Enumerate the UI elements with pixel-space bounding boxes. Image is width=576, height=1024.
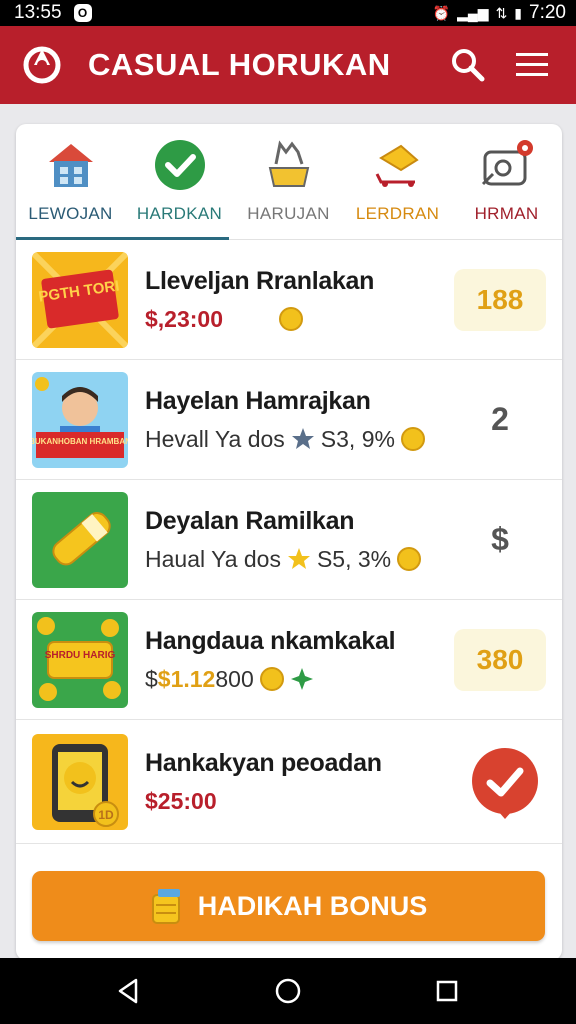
list-item[interactable]: Deyalan Ramilkan Haual Ya dos S5, 3% $ (16, 480, 562, 600)
basket-icon (268, 140, 309, 187)
item-count-badge: 188 (454, 268, 546, 331)
recents-button[interactable] (427, 971, 467, 1011)
tab-label: LERDRAN (355, 204, 440, 223)
data-icon: ⇅ (495, 4, 508, 21)
thumb-text: BUKANHOBAN HRAMBAN (32, 437, 128, 446)
tab-lewojan[interactable]: LEWOJAN (16, 124, 125, 239)
app-bar: CASUAL HORUKAN (0, 26, 576, 104)
pencil-icon (32, 491, 128, 588)
star-icon (291, 428, 314, 449)
search-icon (452, 49, 485, 82)
tab-label: HARUJAN (247, 204, 330, 223)
signal-icon: ▂▄▆ (457, 4, 489, 21)
bonus-button[interactable]: HADIKAH BONUS (32, 871, 545, 941)
tab-hrman[interactable]: HRMAN (452, 124, 561, 239)
tab-harujan[interactable]: HARUJAN (234, 124, 343, 239)
recents-square-icon (436, 980, 457, 1002)
spiral-logo-icon[interactable] (20, 43, 64, 87)
green-star-icon (290, 668, 313, 690)
item-count-badge: 2 (491, 401, 509, 437)
battery-icon: ▮ (514, 4, 523, 21)
item-price-prefix: $ (145, 665, 158, 692)
content-card: LEWOJAN HARDKAN HARUJAN LERDRAN HRMAN PG… (16, 124, 562, 960)
item-count-badge: 380 (454, 628, 546, 691)
alarm-icon: ⏰ (432, 4, 451, 21)
item-stat: S5, 3% (316, 545, 392, 572)
house-icon (48, 144, 93, 187)
item-subtitle: Hevall Ya dos (145, 425, 285, 452)
back-button[interactable] (109, 971, 149, 1011)
back-triangle-icon (119, 978, 138, 1004)
home-circle-icon (275, 978, 301, 1004)
item-price: $1.12 (157, 665, 216, 692)
list-item[interactable]: 1D Hankakyan peoadan $25:00 (16, 720, 562, 844)
item-price-suffix: 800 (215, 665, 254, 692)
tab-hardkan[interactable]: HARDKAN (125, 124, 234, 239)
list-item[interactable]: BUKANHOBAN HRAMBAN Hayelan Hamrajkan Hev… (16, 360, 562, 480)
status-bar: 13:55 O ⏰ ▂▄▆ ⇅ ▮ 7:20 (0, 0, 576, 26)
coin-icon (279, 307, 304, 331)
item-thumbnail: SHRDU HARIG (32, 611, 128, 708)
list-item[interactable]: SHRDU HARIG Hangdaua nkamkakal $ $1.12 8… (16, 600, 562, 720)
category-tabs: LEWOJAN HARDKAN HARUJAN LERDRAN HRMAN (16, 124, 562, 240)
coin-icon (397, 547, 422, 571)
checkmark-icon (154, 140, 205, 190)
thumb-text: SHRDU HARIG (45, 650, 116, 661)
search-button[interactable] (448, 45, 488, 85)
tab-label: HARDKAN (136, 204, 223, 223)
navigation-bar (0, 958, 576, 1024)
item-price: $,23:00 (145, 305, 224, 332)
tab-label: HRMAN (474, 204, 539, 223)
tab-lerdran[interactable]: LERDRAN (343, 124, 452, 239)
bonus-button-label: HADIKAH BONUS (197, 890, 428, 921)
item-thumbnail: BUKANHOBAN HRAMBAN (32, 371, 128, 468)
coin-icon (259, 667, 284, 691)
hamburger-menu-icon (516, 53, 548, 76)
item-thumbnail: 1D (32, 733, 128, 830)
item-count-badge: $ (491, 521, 509, 557)
status-time: 13:55 (14, 2, 62, 23)
item-subtitle: Haual Ya dos (145, 545, 281, 572)
item-price: $25:00 (145, 787, 217, 814)
notification-badge: O (73, 4, 92, 22)
star-icon (287, 548, 310, 569)
confirm-fab[interactable] (468, 745, 542, 819)
coin-jar-icon (151, 889, 180, 924)
item-thumbnail (32, 491, 128, 588)
item-stat: S3, 9% (320, 425, 395, 452)
coin-icon (400, 427, 425, 451)
cart-icon (375, 144, 419, 187)
item-thumbnail: PGTH TORI (32, 251, 128, 348)
status-time-secondary: 7:20 (529, 2, 566, 23)
list-item[interactable]: PGTH TORI Lleveljan Rranlakan $,23:00 18… (16, 240, 562, 360)
tab-label: LEWOJAN (28, 204, 113, 223)
menu-button[interactable] (512, 45, 552, 85)
camera-icon (481, 140, 533, 186)
thumb-text: 1D (98, 808, 114, 822)
app-title: CASUAL HORUKAN (88, 47, 391, 82)
home-button[interactable] (268, 971, 308, 1011)
